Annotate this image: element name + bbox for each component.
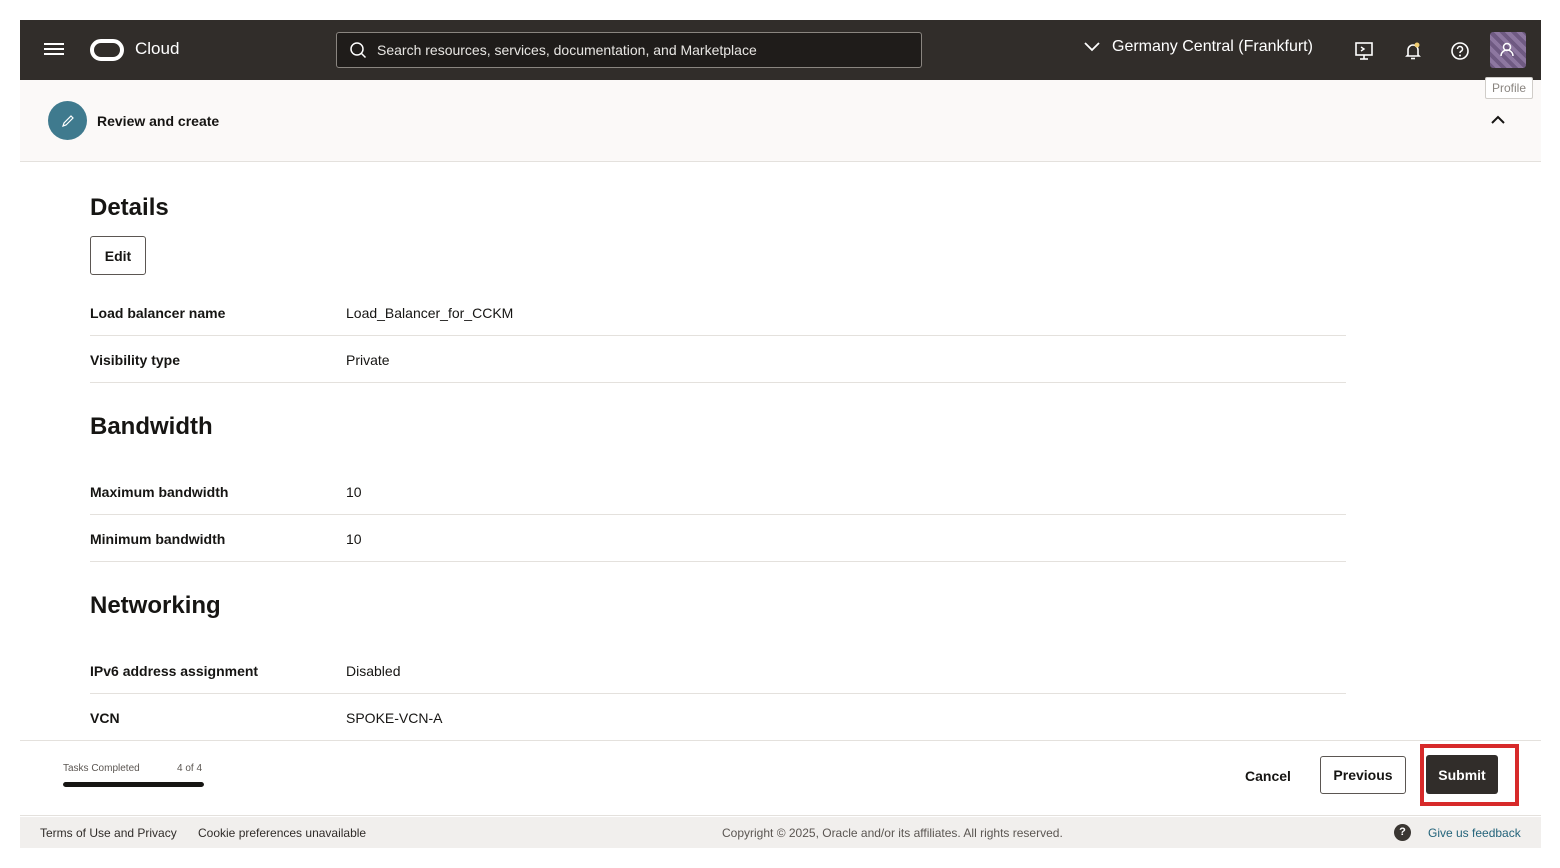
detail-value: SPOKE-VCN-A (346, 710, 443, 726)
submit-button[interactable]: Submit (1426, 755, 1498, 794)
search-input[interactable] (377, 42, 897, 58)
review-step-header: Review and create (20, 80, 1541, 162)
profile-tooltip: Profile (1485, 77, 1534, 99)
detail-value: Load_Balancer_for_CCKM (346, 305, 514, 321)
chevron-up-icon (1491, 115, 1505, 124)
top-navigation-bar: Cloud Germany Central (Frankfurt) (20, 20, 1541, 80)
detail-key: Minimum bandwidth (90, 531, 226, 547)
pencil-icon (61, 114, 74, 127)
cloud-shell-icon[interactable] (1353, 40, 1375, 62)
help-icon[interactable] (1449, 40, 1471, 62)
chevron-down-icon (1084, 42, 1100, 52)
console-window: Cloud Germany Central (Frankfurt) Profil… (20, 20, 1541, 848)
detail-value: Private (346, 352, 390, 368)
section-title-networking: Networking (90, 592, 221, 619)
search-box[interactable] (336, 32, 922, 68)
detail-row: Load balancer name Load_Balancer_for_CCK… (90, 289, 1346, 336)
detail-key: IPv6 address assignment (90, 663, 259, 679)
tasks-progress-bar (63, 782, 204, 787)
section-title-bandwidth: Bandwidth (90, 413, 213, 440)
footer-help-icon[interactable]: ? (1394, 824, 1411, 841)
feedback-link[interactable]: Give us feedback (1428, 826, 1521, 840)
section-title-details: Details (90, 194, 169, 221)
cancel-button[interactable]: Cancel (1234, 757, 1302, 795)
hamburger-icon[interactable] (44, 40, 64, 60)
page-footer: Terms of Use and Privacy Cookie preferen… (20, 817, 1541, 848)
profile-icon (1500, 42, 1514, 57)
profile-avatar[interactable] (1490, 32, 1526, 68)
detail-row: VCN SPOKE-VCN-A (90, 694, 1346, 741)
detail-row: Maximum bandwidth 10 (90, 468, 1346, 515)
terms-link[interactable]: Terms of Use and Privacy (40, 826, 177, 840)
edit-button[interactable]: Edit (90, 236, 146, 275)
step-title: Review and create (97, 113, 220, 129)
tasks-completed-count: 4 of 4 (177, 763, 203, 774)
detail-value: Disabled (346, 663, 401, 679)
detail-value: 10 (346, 531, 362, 547)
region-selector[interactable]: Germany Central (Frankfurt) (1084, 38, 1313, 56)
tasks-completed-label: Tasks Completed (63, 763, 140, 774)
previous-button[interactable]: Previous (1320, 756, 1406, 794)
detail-key: Maximum bandwidth (90, 484, 229, 500)
search-icon (350, 42, 367, 59)
progress-fill (63, 782, 204, 787)
detail-row: Minimum bandwidth 10 (90, 515, 1346, 562)
cookie-preferences-text: Cookie preferences unavailable (198, 826, 367, 840)
region-label: Germany Central (Frankfurt) (1112, 38, 1313, 55)
copyright-text: Copyright © 2025, Oracle and/or its affi… (722, 826, 1063, 840)
step-indicator (48, 101, 87, 140)
detail-value: 10 (346, 484, 362, 500)
detail-row: Visibility type Private (90, 336, 1346, 383)
brand-name[interactable]: Cloud (135, 39, 179, 59)
detail-row: IPv6 address assignment Disabled (90, 647, 1346, 694)
wizard-action-bar: Tasks Completed 4 of 4 Cancel Previous S… (20, 740, 1541, 816)
detail-key: Load balancer name (90, 305, 226, 321)
oracle-logo[interactable] (90, 39, 124, 61)
detail-key: VCN (90, 710, 120, 726)
detail-key: Visibility type (90, 352, 180, 368)
bell-icon[interactable] (1402, 40, 1424, 62)
collapse-button[interactable] (1491, 112, 1505, 130)
